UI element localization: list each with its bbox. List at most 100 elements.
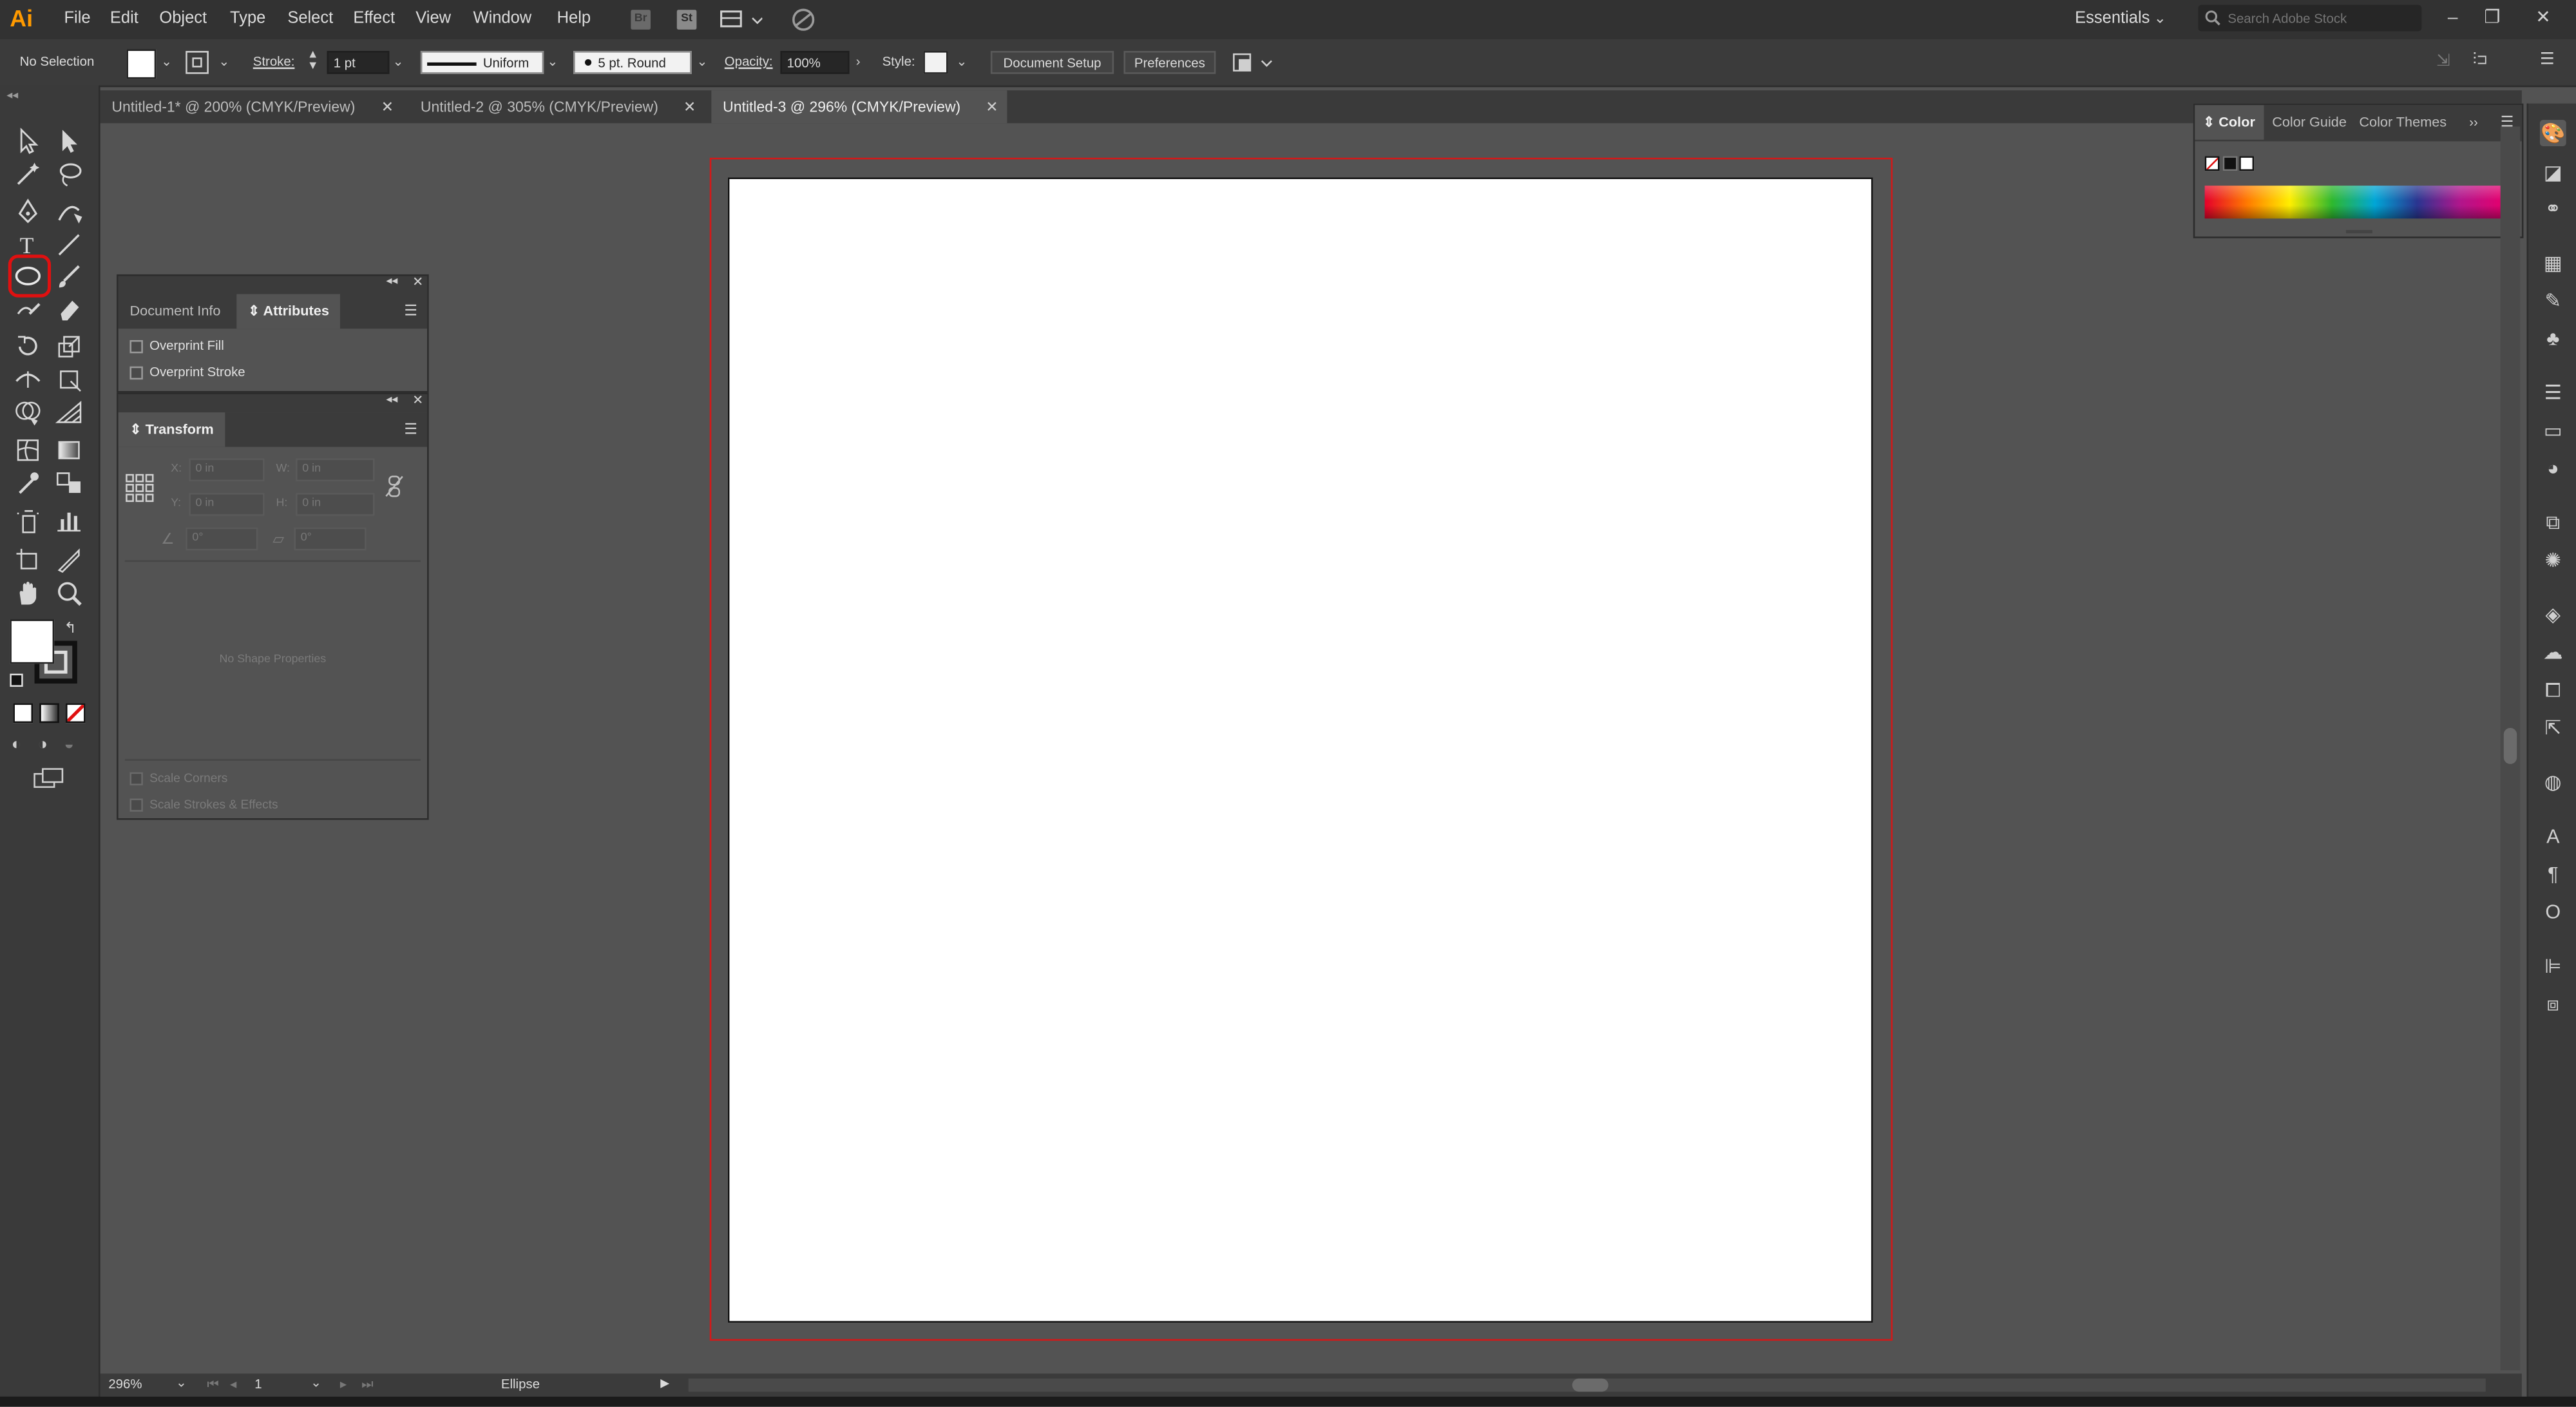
tab-untitled-1[interactable]: Untitled-1* @ 200% (CMYK/Preview) ✕ <box>100 90 406 123</box>
control-menu-icon[interactable]: ☰ <box>2540 51 2555 69</box>
brush-definition[interactable]: 5 pt. Round <box>573 51 692 74</box>
width-tool-icon[interactable] <box>13 365 43 394</box>
panel-grip[interactable]: ◂◂ ✕ <box>118 274 428 294</box>
variable-width-profile[interactable]: Uniform <box>420 51 544 74</box>
align-options-icon[interactable]: ⫶⊐ <box>2472 51 2487 69</box>
artboard[interactable] <box>727 177 1873 1323</box>
opentype-icon[interactable]: O <box>2540 899 2566 925</box>
panel-close-icon[interactable]: ✕ <box>412 274 423 289</box>
stroke-color-swatch[interactable] <box>186 51 209 74</box>
symbol-sprayer-tool-icon[interactable] <box>13 506 43 536</box>
default-colors-icon[interactable] <box>10 673 23 687</box>
workspace-switcher[interactable]: Essentials <box>2075 10 2150 28</box>
close-icon[interactable]: ✕ <box>986 90 998 123</box>
navigator-icon[interactable]: ◍ <box>2540 769 2566 796</box>
horizontal-scrollbar[interactable] <box>688 1378 2486 1392</box>
y-field[interactable]: 0 in <box>189 493 265 516</box>
draw-inside-icon[interactable]: ◒ <box>64 736 73 754</box>
libraries-icon[interactable]: ☁ <box>2540 639 2566 665</box>
mesh-tool-icon[interactable] <box>13 436 43 465</box>
stock-button[interactable]: St <box>676 10 697 30</box>
opacity-field[interactable]: 100% <box>780 51 850 74</box>
workspace-chevron-icon[interactable]: ⌄ <box>2154 10 2166 28</box>
close-window-button[interactable]: ✕ <box>2530 6 2557 30</box>
h-field[interactable]: 0 in <box>296 493 375 516</box>
overprint-stroke-checkbox[interactable] <box>129 366 143 380</box>
color-panel-icon[interactable]: 🎨 <box>2539 120 2566 146</box>
menu-object[interactable]: Object <box>159 10 207 28</box>
next-artboard-icon[interactable]: ▸ <box>340 1377 347 1392</box>
black-swatch[interactable] <box>2222 156 2238 171</box>
panel-resize-handle[interactable] <box>2345 230 2372 234</box>
tab-color[interactable]: ⇕ Color <box>2195 105 2264 140</box>
panel-expand-icon[interactable]: ›› <box>2469 115 2478 130</box>
fill-color-box[interactable] <box>10 619 55 664</box>
gradient-icon[interactable]: ▭ <box>2540 417 2566 444</box>
blend-tool-icon[interactable] <box>54 468 84 498</box>
menu-help[interactable]: Help <box>557 10 591 28</box>
scale-tool-icon[interactable] <box>54 332 84 361</box>
screen-mode-icon[interactable] <box>33 767 66 794</box>
profile-dropdown-icon[interactable]: ⌄ <box>547 54 558 69</box>
panel-menu-icon[interactable]: ☰ <box>404 421 417 439</box>
layers-icon[interactable]: ◈ <box>2540 601 2566 627</box>
fill-dropdown-icon[interactable]: ⌄ <box>161 54 172 69</box>
opacity-arrow-icon[interactable]: › <box>856 54 861 69</box>
artboard-number[interactable]: 1 <box>254 1377 262 1392</box>
none-mode-icon[interactable] <box>66 703 86 723</box>
tab-transform[interactable]: ⇕ Transform <box>118 412 225 447</box>
slice-tool-icon[interactable] <box>54 546 84 575</box>
tab-color-guide[interactable]: Color Guide <box>2260 105 2358 140</box>
menu-edit[interactable]: Edit <box>110 10 138 28</box>
character-icon[interactable]: A <box>2540 823 2566 850</box>
zoom-level[interactable]: 296% <box>108 1377 142 1392</box>
none-swatch[interactable] <box>2204 156 2220 171</box>
panel-collapse-icon[interactable]: ◂◂ <box>386 393 397 406</box>
search-input[interactable] <box>2228 8 2412 28</box>
gradient-tool-icon[interactable] <box>54 436 84 465</box>
free-transform-tool-icon[interactable] <box>54 365 84 394</box>
graphic-style-swatch[interactable] <box>923 51 948 74</box>
panel-menu-icon[interactable]: ☰ <box>404 302 417 320</box>
w-field[interactable]: 0 in <box>296 458 375 482</box>
arrange-documents-icon[interactable] <box>720 8 763 35</box>
restore-button[interactable]: ❐ <box>2479 6 2506 30</box>
hand-tool-icon[interactable] <box>13 579 43 608</box>
tools-collapse-icon[interactable]: ◂◂ <box>6 89 18 102</box>
menu-view[interactable]: View <box>415 10 451 28</box>
document-setup-button[interactable]: Document Setup <box>990 51 1114 74</box>
stroke-weight-dropdown-icon[interactable]: ⌄ <box>393 54 404 69</box>
cc-libraries-icon[interactable]: ▦ <box>2540 250 2566 276</box>
symbols-icon[interactable]: ♣ <box>2540 325 2566 352</box>
shear-angle-field[interactable]: 0° <box>294 527 367 551</box>
collapse-panels-icon[interactable]: ⇲ <box>2436 53 2450 71</box>
pen-tool-icon[interactable] <box>13 197 43 227</box>
constrain-proportions-icon[interactable] <box>385 475 405 501</box>
status-menu-icon[interactable]: ▶ <box>660 1377 669 1390</box>
eyedropper-tool-icon[interactable] <box>13 468 43 498</box>
reference-point-icon[interactable] <box>125 474 155 506</box>
color-themes-icon[interactable]: ⚭ <box>2540 195 2566 222</box>
appearance-icon[interactable]: ⧉ <box>2540 510 2566 536</box>
menu-file[interactable]: File <box>64 10 90 28</box>
style-dropdown-icon[interactable]: ⌄ <box>956 54 967 69</box>
line-segment-tool-icon[interactable] <box>54 230 84 260</box>
brushes-icon[interactable]: ✎ <box>2540 287 2566 314</box>
rotate-angle-field[interactable]: 0° <box>186 527 258 551</box>
magic-wand-tool-icon[interactable] <box>13 159 43 189</box>
previous-artboard-icon[interactable]: ◂ <box>230 1377 236 1392</box>
curvature-tool-icon[interactable] <box>54 197 84 227</box>
scale-strokes-checkbox[interactable] <box>129 798 143 812</box>
stock-search[interactable] <box>2198 5 2422 32</box>
shape-builder-tool-icon[interactable] <box>13 397 43 427</box>
menu-effect[interactable]: Effect <box>353 10 395 28</box>
gpu-performance-icon[interactable] <box>788 6 818 36</box>
menu-window[interactable]: Window <box>473 10 532 28</box>
x-field[interactable]: 0 in <box>189 458 265 482</box>
bridge-button[interactable]: Br <box>631 10 651 30</box>
brush-dropdown-icon[interactable]: ⌄ <box>696 54 707 69</box>
zoom-tool-icon[interactable] <box>54 579 84 608</box>
gradient-mode-icon[interactable] <box>39 703 59 723</box>
draw-behind-icon[interactable]: ◑ <box>38 736 48 754</box>
paragraph-icon[interactable]: ¶ <box>2540 861 2566 887</box>
